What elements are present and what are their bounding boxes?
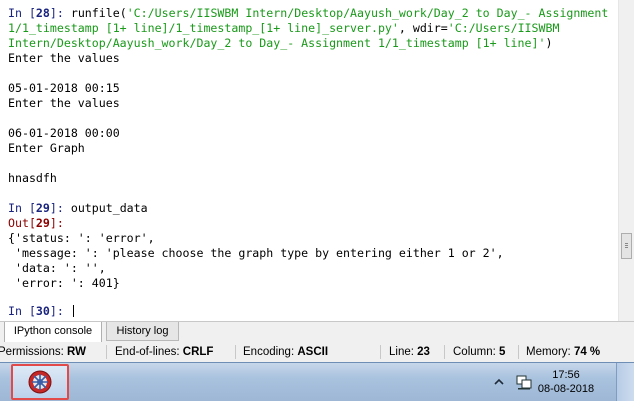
status-bar: Permissions: RW End-of-lines: CRLF Encod… [0, 342, 634, 362]
permissions-label: Permissions: [0, 346, 64, 358]
memory-status: Memory: 74 % [526, 342, 600, 362]
code-text: runfile( [70, 6, 127, 20]
code-string: Intern/Desktop/Aayush_work/Day_2 to Day_… [8, 36, 546, 50]
code-string: 'C:/Users/IISWBM [447, 21, 560, 35]
input-prompt-number: 28 [35, 6, 50, 20]
input-prompt-number: 30 [35, 304, 50, 318]
eol-label: End-of-lines: [115, 346, 180, 358]
permissions-value: RW [67, 346, 86, 358]
input-line-29: In [29]: output_data [8, 201, 148, 216]
input-line-28: In [28]: runfile('C:/Users/IISWBM Intern… [8, 6, 608, 21]
input-prompt-close: ]: [49, 304, 71, 318]
memory-value: 74 % [573, 346, 601, 358]
output-prompt-number: 29 [35, 216, 50, 230]
encoding-value: ASCII [297, 346, 329, 358]
input-prompt: In [ [8, 304, 36, 318]
clock-time: 17:56 [552, 369, 580, 381]
input-prompt: In [ [8, 6, 36, 20]
eol-value: CRLF [182, 346, 214, 358]
chevron-up-icon[interactable] [494, 377, 504, 387]
column-label: Column: [453, 346, 496, 358]
line-value: 23 [417, 346, 430, 358]
code-string: 1/1_timestamp [1+ line]/1_timestamp_[1+ … [8, 21, 399, 35]
column-status: Column: 5 [453, 342, 505, 362]
output-line: Enter the values [8, 96, 120, 110]
output-line: 05-01-2018 00:15 [8, 81, 120, 95]
text-cursor [72, 305, 74, 317]
spyder-icon [28, 370, 52, 394]
input-prompt: In [ [8, 201, 36, 215]
ipython-console-output[interactable]: In [28]: runfile('C:/Users/IISWBM Intern… [0, 0, 618, 321]
input-prompt-number: 29 [35, 201, 50, 215]
input-line-30[interactable]: In [30]: [8, 304, 74, 319]
output-prompt-close: ]: [49, 216, 64, 230]
line-label: Line: [389, 346, 414, 358]
output-prompt: Out[ [8, 216, 36, 230]
code-string: 'C:/Users/IISWBM Intern/Desktop/Aayush_w… [126, 6, 609, 20]
scrollbar-thumb[interactable] [621, 233, 632, 259]
dict-output-line: 'data: ': '', [8, 261, 106, 275]
network-icon[interactable] [515, 373, 533, 391]
line-status: Line: 23 [389, 342, 430, 362]
output-line: hnasdfh [8, 171, 57, 185]
encoding-label: Encoding: [243, 346, 295, 358]
input-line-28-cont2: Intern/Desktop/Aayush_work/Day_2 to Day_… [8, 36, 552, 51]
encoding-status: Encoding: ASCII [243, 342, 328, 362]
input-line-28-cont: 1/1_timestamp [1+ line]/1_timestamp_[1+ … [8, 21, 559, 36]
eol-status: End-of-lines: CRLF [115, 342, 213, 362]
console-tab-bar: IPython console History log [0, 321, 634, 343]
vertical-scrollbar[interactable] [618, 0, 634, 321]
permissions-status: Permissions: RW [0, 342, 86, 362]
input-prompt-close: ]: [49, 6, 71, 20]
memory-label: Memory: [526, 346, 571, 358]
clock-date: 08-08-2018 [537, 383, 595, 395]
taskbar-app-button[interactable] [11, 364, 69, 400]
tab-history-log[interactable]: History log [106, 322, 179, 341]
system-clock[interactable]: 17:56 08-08-2018 [534, 368, 598, 396]
dict-output-line: 'error: ': 401} [8, 276, 120, 290]
windows-taskbar: 17:56 08-08-2018 [0, 362, 634, 401]
output-line: Enter Graph [8, 141, 85, 155]
show-desktop-button[interactable] [616, 363, 634, 401]
input-prompt-close: ]: [49, 201, 71, 215]
code-text: ) [545, 36, 553, 50]
output-line: Enter the values [8, 51, 120, 65]
tab-ipython-console[interactable]: IPython console [4, 322, 102, 343]
dict-output-line: {'status: ': 'error', [8, 231, 155, 245]
dict-output-line: 'message: ': 'please choose the graph ty… [8, 246, 504, 260]
output-line: 06-01-2018 00:00 [8, 126, 120, 140]
code-text: , wdir= [398, 21, 448, 35]
code-text: output_data [70, 201, 148, 215]
column-value: 5 [499, 346, 506, 358]
output-prompt-29: Out[29]: [8, 216, 64, 231]
